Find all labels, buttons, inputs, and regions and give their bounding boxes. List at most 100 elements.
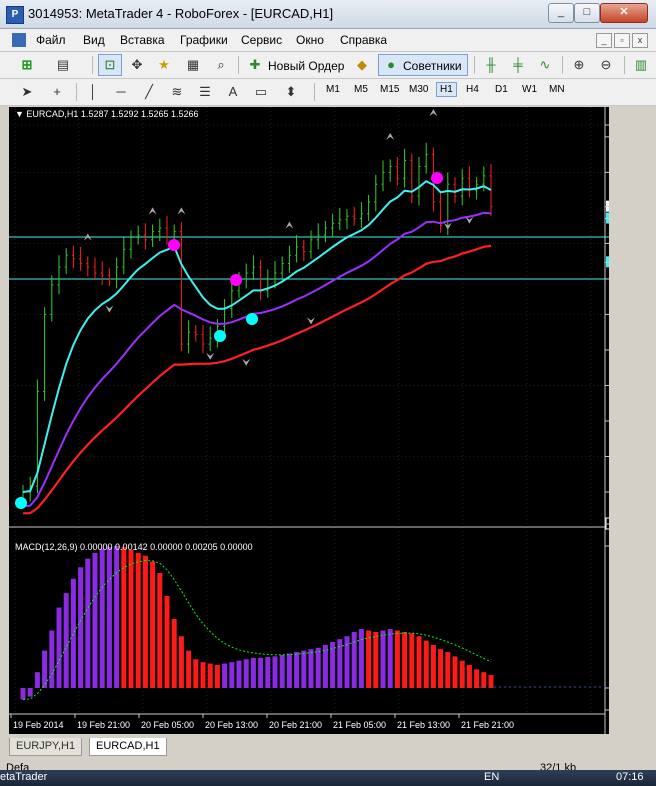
text-label-icon[interactable]: ▭	[250, 82, 272, 102]
terminal-icon[interactable]: ▦	[182, 55, 204, 75]
cursor-icon[interactable]: ➤	[16, 82, 38, 102]
macd-bar	[380, 630, 386, 688]
macd-bar	[85, 558, 91, 688]
navigator-icon[interactable]: ★	[153, 55, 175, 75]
minimize-button[interactable]: _	[548, 3, 574, 23]
chart-window[interactable]: 1.53351.53251.52951.52661.52561.52351.52…	[9, 107, 646, 734]
profiles-icon[interactable]: ▤	[52, 55, 74, 75]
macd-bar	[236, 660, 242, 688]
new-order-button[interactable]: Новый Ордер	[268, 59, 344, 73]
macd-bar	[193, 659, 199, 688]
arrows-icon[interactable]: ⬍	[280, 82, 302, 102]
maximize-button[interactable]: □	[574, 3, 600, 23]
taskbar-app[interactable]: etaTrader	[0, 771, 47, 783]
macd-bar	[373, 631, 379, 688]
tf-m5[interactable]: M5	[354, 84, 368, 95]
macd-bar	[315, 647, 321, 688]
time-label: 20 Feb 21:00	[269, 720, 322, 730]
macd-bar	[445, 652, 451, 688]
fractal-arrow	[148, 207, 157, 215]
macd-bar	[222, 663, 228, 688]
time-label: 21 Feb 21:00	[461, 720, 514, 730]
new-order-icon[interactable]: ✚	[244, 55, 266, 75]
macd-bar	[481, 672, 487, 688]
standard-toolbar: ⊞ ▤ ⊡ ✥ ★ ▦ ⌕ ✚ Новый Ордер ◆ ● Советник…	[0, 52, 656, 79]
document-icon[interactable]	[12, 33, 26, 47]
mdi-restore-icon[interactable]: ▫	[614, 33, 630, 48]
macd-bar	[27, 688, 33, 697]
tab-eurcad[interactable]: EURCAD,H1	[89, 738, 167, 756]
menu-file[interactable]: Файл	[36, 33, 66, 47]
crosshair-nav-icon[interactable]: ✥	[126, 55, 148, 75]
fractal-arrow	[105, 305, 114, 313]
line-chart-icon[interactable]: ∿	[534, 55, 556, 75]
menu-window[interactable]: Окно	[296, 33, 324, 47]
bar-chart-icon[interactable]: ╫	[480, 55, 502, 75]
vertical-line-icon[interactable]: │	[82, 82, 104, 102]
tf-m15[interactable]: M15	[380, 84, 399, 95]
ma-slow-line	[22, 244, 492, 515]
horizontal-line-icon[interactable]: ─	[110, 82, 132, 102]
tf-h1[interactable]: H1	[436, 82, 457, 97]
trendline-icon[interactable]: ╱	[138, 82, 160, 102]
candlestick-icon[interactable]: ╪	[507, 55, 529, 75]
title-bar: P 3014953: MetaTrader 4 - RoboForex - [E…	[0, 0, 656, 29]
new-chart-icon[interactable]: ⊞	[16, 55, 38, 75]
macd-bar	[272, 656, 278, 688]
macd-bar	[214, 665, 220, 688]
os-taskbar: etaTrader EN 07:16	[0, 770, 656, 786]
mdi-close-icon[interactable]: x	[632, 33, 648, 48]
signal-dot	[15, 497, 27, 509]
menu-view[interactable]: Вид	[83, 33, 105, 47]
macd-bar	[171, 619, 177, 688]
menu-tools[interactable]: Сервис	[241, 33, 282, 47]
macd-bar	[250, 657, 256, 688]
mdi-minimize-icon[interactable]: _	[596, 33, 612, 48]
macd-bar	[78, 567, 84, 688]
tf-w1[interactable]: W1	[522, 84, 537, 95]
zoom-out-icon[interactable]: ⊖	[595, 55, 617, 75]
tab-eurjpy[interactable]: EURJPY,H1	[9, 738, 83, 756]
tf-m30[interactable]: M30	[409, 84, 428, 95]
signal-dot	[431, 172, 443, 184]
macd-bar	[301, 650, 307, 688]
macd-bar	[416, 636, 422, 688]
macd-bar	[265, 656, 271, 688]
macd-bar	[286, 653, 292, 688]
macd-bar	[423, 640, 429, 688]
chart-canvas[interactable]: 1.53351.53251.52951.52661.52561.52351.52…	[9, 107, 646, 734]
tf-mn[interactable]: MN	[549, 84, 565, 95]
metaeditor-icon[interactable]: ◆	[351, 55, 373, 75]
macd-bar	[294, 652, 300, 688]
macd-bar	[92, 552, 98, 688]
menu-charts[interactable]: Графики	[180, 33, 228, 47]
tf-h4[interactable]: H4	[466, 84, 479, 95]
strategy-tester-icon[interactable]: ⌕	[210, 55, 232, 75]
taskbar-language[interactable]: EN	[484, 771, 499, 783]
fractal-arrow	[242, 358, 251, 366]
fibonacci-icon[interactable]: ☰	[194, 82, 216, 102]
macd-bar	[229, 662, 235, 688]
macd-bar	[344, 636, 350, 688]
tile-windows-icon[interactable]: ▥	[630, 55, 652, 75]
macd-bar	[135, 552, 141, 688]
close-button[interactable]: ✕	[600, 3, 648, 23]
zoom-in-icon[interactable]: ⊕	[568, 55, 590, 75]
macd-bar	[387, 629, 393, 688]
tf-m1[interactable]: M1	[326, 84, 340, 95]
app-icon: P	[6, 6, 24, 24]
menu-insert[interactable]: Вставка	[120, 33, 165, 47]
time-label: 20 Feb 05:00	[141, 720, 194, 730]
macd-bar	[200, 662, 206, 688]
tf-d1[interactable]: D1	[495, 84, 508, 95]
macd-bar	[322, 644, 328, 688]
macd-bar	[438, 649, 444, 688]
macd-bar	[308, 649, 314, 688]
equidistant-channel-icon[interactable]: ≋	[166, 82, 188, 102]
text-tool-icon[interactable]: A	[222, 82, 244, 102]
macd-bar	[488, 675, 494, 688]
menu-help[interactable]: Справка	[340, 33, 387, 47]
candles	[21, 142, 493, 506]
market-watch-icon[interactable]: ⊡	[98, 54, 122, 76]
crosshair-icon[interactable]: +	[46, 82, 68, 102]
